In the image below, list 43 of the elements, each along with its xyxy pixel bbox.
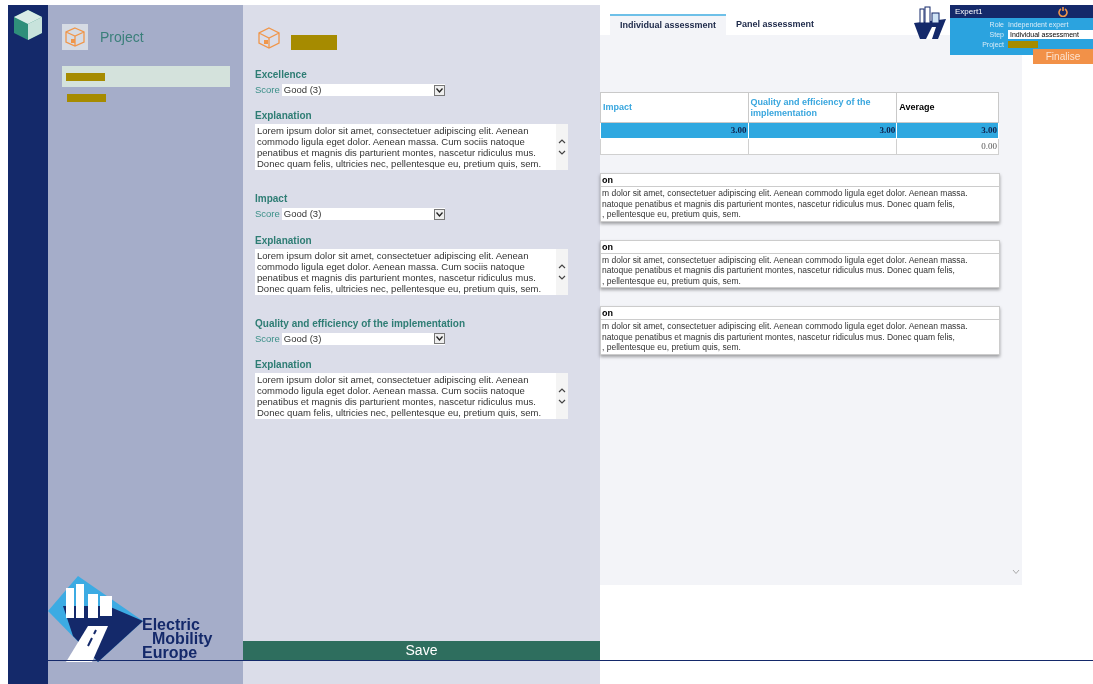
box-icon [257, 25, 281, 50]
table-cell: 0.00 [981, 140, 997, 151]
table-cell: 3.00 [981, 124, 997, 135]
section-title: Excellence [255, 68, 308, 81]
score-dropdown[interactable]: Good (3) [281, 332, 445, 345]
sidebar-title: Project [100, 27, 144, 47]
score-label: Score [255, 331, 280, 346]
section-title: Impact [255, 192, 289, 206]
explanation-label: Explanation [255, 357, 313, 371]
comment-text: m dolor sit amet, consectetuer adipiscing elit. Aenean commodo ligula eget dolor. Aenean massa. natoque penatibus et magnis dis parturient montes, nascetur ridiculus mus. Donec quam felis, , pellentesque eu, pretium quis, sem. [601, 253, 969, 287]
score-label: Score [255, 83, 280, 97]
redacted-block [1008, 41, 1038, 48]
score-label: Score [255, 207, 280, 222]
comment-text: m dolor sit amet, consectetuer adipiscing elit. Aenean commodo ligula eget dolor. Aenean massa. natoque penatibus et magnis dis parturient montes, nascetur ridiculus mus. Donec quam felis, , pellentesque eu, pretium quis, sem. [601, 187, 969, 221]
table-cell: 3.00 [730, 124, 747, 135]
redacted-block [291, 35, 337, 50]
explanation-label: Explanation [255, 109, 313, 123]
redacted-block [66, 72, 105, 81]
box-icon [62, 24, 88, 50]
comment-title: on [601, 307, 999, 320]
column-header: Quality and efficiency of the implementation [748, 92, 897, 123]
column-header: Average [896, 92, 999, 123]
comment-title: on [601, 240, 999, 254]
power-icon[interactable] [1058, 6, 1068, 17]
chevron-down-icon[interactable] [435, 336, 443, 342]
score-dropdown[interactable]: Good (3) [281, 208, 445, 221]
comment-title: on [601, 174, 999, 187]
table-cell: 3.00 [879, 124, 896, 135]
logo-text: Electric [142, 618, 200, 632]
logo-text: Mobility [152, 632, 213, 646]
logo-text: Europe [142, 646, 198, 660]
user-name: Expert1 [955, 6, 983, 17]
column-header: Impact [600, 92, 749, 123]
chevron-down-icon[interactable] [435, 87, 443, 93]
save-button[interactable]: Save [243, 641, 600, 660]
tab[interactable]: Individual assessment [610, 14, 727, 35]
cube-icon[interactable] [13, 9, 43, 41]
chevron-down-icon[interactable] [435, 211, 443, 217]
redacted-block [67, 93, 106, 102]
score-dropdown[interactable]: Good (3) [281, 84, 445, 97]
comment-text: m dolor sit amet, consectetuer adipiscing elit. Aenean commodo ligula eget dolor. Aenean massa. natoque penatibus et magnis dis parturient montes, nascetur ridiculus mus. Donec quam felis, , pellentesque eu, pretium quis, sem. [601, 320, 969, 354]
section-title: Quality and efficiency of the implementation [255, 316, 467, 330]
explanation-label: Explanation [255, 233, 313, 247]
